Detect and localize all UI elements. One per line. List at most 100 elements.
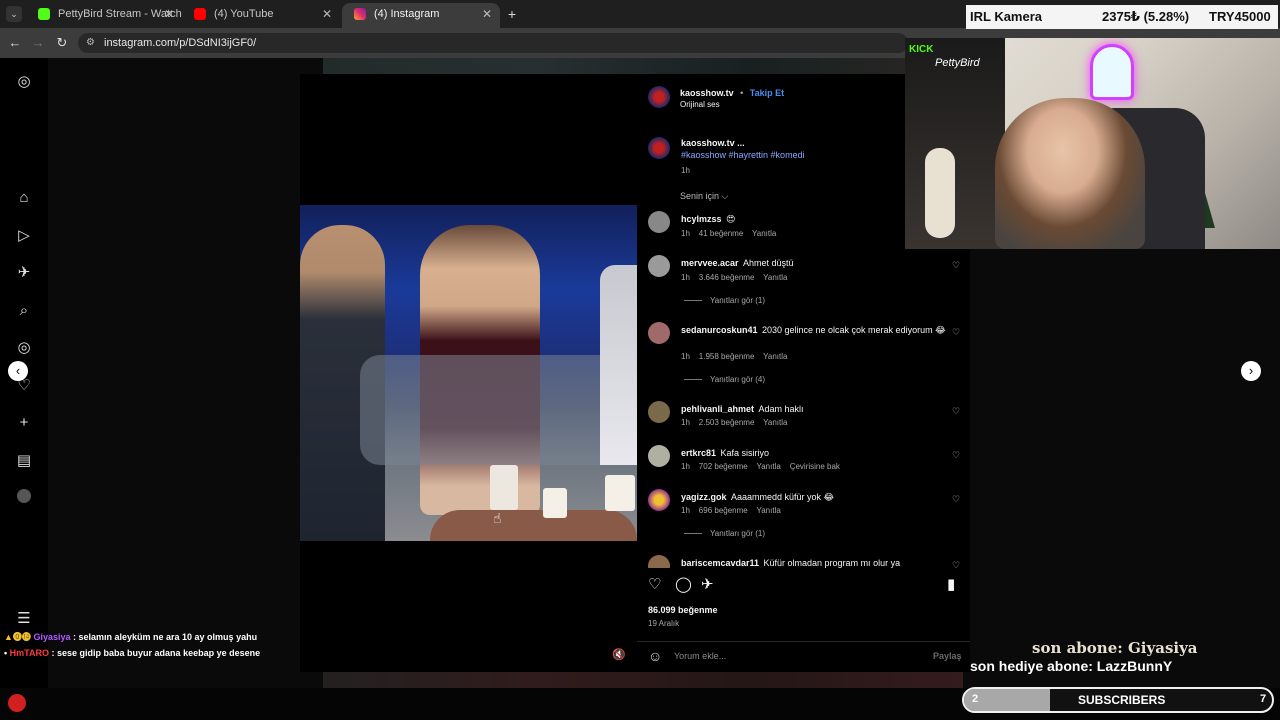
comment-text: Adam haklı (758, 404, 804, 414)
comment-likes[interactable]: 3.646 beğenme (699, 273, 755, 282)
like-comment-icon[interactable]: ♡ (952, 406, 960, 417)
search-icon[interactable]: ⌕ (14, 301, 34, 321)
comment-meta: 1h 3.646 beğenme Yanıtla (681, 273, 787, 282)
comment-time: 1h (681, 273, 690, 282)
like-comment-icon[interactable]: ♡ (952, 260, 960, 271)
caption-hashtags[interactable]: #kaosshow #hayrettin #komedi (681, 150, 805, 160)
profile-avatar[interactable] (14, 489, 34, 509)
comment-likes[interactable]: 702 beğenme (699, 462, 748, 471)
reload-icon[interactable]: ↻ (52, 33, 72, 53)
chat-text: : sese gidip baba buyur adana keebap ye … (51, 648, 261, 658)
tab-youtube[interactable]: (4) YouTube ✕ (182, 3, 340, 28)
comment-username[interactable]: bariscemcavdar11 (681, 558, 759, 568)
caption-time: 1h (681, 166, 690, 175)
comment-username[interactable]: sedanurcoskun41 (681, 325, 758, 335)
like-comment-icon[interactable]: ♡ (952, 327, 960, 338)
ticker-goal: TRY45000 (1209, 9, 1271, 24)
reply-button[interactable]: Yanıtla (763, 273, 787, 282)
comment-likes[interactable]: 696 beğenme (699, 506, 748, 515)
comment-text: 2030 gelince ne olcak çok merak ediyorum… (761, 325, 946, 335)
comment-time: 1h (681, 352, 690, 361)
reel-video[interactable] (300, 205, 637, 541)
create-icon[interactable]: + (14, 413, 34, 433)
comment-avatar[interactable] (648, 322, 670, 344)
caption-author[interactable]: kaosshow.tv ... (681, 138, 745, 148)
reply-button[interactable]: Yanıtla (763, 352, 787, 361)
comment-username[interactable]: hcylmzss (681, 214, 722, 224)
tab-kick[interactable]: PettyBird Stream - Watch Live o ✕ (26, 3, 182, 28)
follow-button[interactable]: Takip Et (750, 88, 784, 98)
view-replies-button[interactable]: Yanıtları gör (1) (684, 296, 765, 305)
reply-button[interactable]: Yanıtla (756, 506, 780, 515)
address-bar[interactable]: ⚙ instagram.com/p/DSdNI3ijGF0/ (78, 33, 908, 53)
tab-instagram[interactable]: (4) Instagram ✕ (342, 3, 500, 28)
instagram-logo-icon[interactable]: ◎ (14, 72, 34, 92)
comment-username[interactable]: mervvee.acar (681, 258, 739, 268)
comment-meta: 1h 702 beğenme Yanıtla Çevirisine bak (681, 462, 840, 471)
comment-avatar[interactable] (648, 555, 670, 568)
post-likes-count[interactable]: 86.099 beğenme (648, 605, 718, 615)
previous-post-arrow-icon[interactable]: ‹ (8, 361, 28, 381)
mute-icon[interactable]: 🔇 (610, 646, 628, 664)
comment-likes[interactable]: 41 beğenme (699, 229, 743, 238)
next-post-arrow-icon[interactable]: › (1241, 361, 1261, 381)
like-comment-icon[interactable]: ♡ (952, 450, 960, 461)
comment-username[interactable]: pehlivanli_ahmet (681, 404, 754, 414)
view-replies-button[interactable]: Yanıtları gör (1) (684, 529, 765, 538)
comment-username[interactable]: yagizz.gok (681, 492, 727, 502)
post-comment-button[interactable]: Paylaş (933, 651, 962, 661)
background-feed-top (323, 58, 963, 74)
comment-icon[interactable]: ◯ (675, 575, 692, 593)
translate-button[interactable]: Çevirisine bak (790, 462, 840, 471)
reply-button[interactable]: Yanıtla (756, 462, 780, 471)
forward-arrow-icon[interactable]: → (28, 33, 48, 53)
reels-icon[interactable]: ▷ (14, 226, 34, 246)
reply-button[interactable]: Yanıtla (763, 418, 787, 427)
comment-avatar[interactable] (648, 401, 670, 423)
comment-time: 1h (681, 229, 690, 238)
comment-likes[interactable]: 1.958 beğenme (699, 352, 755, 361)
ticker-label: IRL Kamera (970, 9, 1043, 24)
streamer-name: PettyBird (935, 57, 980, 69)
back-arrow-icon[interactable]: ← (5, 33, 25, 53)
sort-dropdown[interactable]: Senin için ⌵ (680, 191, 728, 202)
author-username[interactable]: kaosshow.tv (680, 88, 734, 98)
cam-wall-dark (905, 38, 1005, 249)
like-comment-icon[interactable]: ♡ (952, 494, 960, 505)
reply-button[interactable]: Yanıtla (752, 229, 776, 238)
comment-username[interactable]: ertkrc81 (681, 448, 716, 458)
comment-row: yagizz.gok Aaaammedd küfür yok 😂 (681, 490, 946, 503)
comment-avatar[interactable] (648, 489, 670, 511)
like-comment-icon[interactable]: ♡ (952, 560, 960, 568)
cam-logo: KICK PettyBird (909, 42, 980, 69)
new-tab-icon[interactable]: + (504, 4, 520, 24)
site-info-icon[interactable]: ⚙ (86, 33, 95, 53)
dashboard-icon[interactable]: ▤ (14, 451, 34, 471)
view-replies-button[interactable]: Yanıtları gör (4) (684, 375, 765, 384)
comment-row: bariscemcavdar11 Küfür olmadan program m… (681, 556, 900, 568)
video-mug (543, 488, 567, 518)
author-avatar[interactable] (648, 86, 670, 108)
close-tab-icon[interactable]: ✕ (322, 3, 332, 25)
explore-icon[interactable]: ◎ (14, 338, 34, 358)
caption-avatar[interactable] (648, 137, 670, 159)
comment-input[interactable]: Yorum ekle... (674, 651, 726, 661)
comment-avatar[interactable] (648, 211, 670, 233)
comment-likes[interactable]: 2.503 beğenme (699, 418, 755, 427)
share-icon[interactable]: ✈ (701, 575, 714, 593)
more-menu-icon[interactable]: ☰ (14, 609, 34, 629)
bookmark-icon[interactable]: ▮ (947, 575, 955, 593)
chat-badge-icon: • (4, 648, 8, 658)
comment-avatar[interactable] (648, 445, 670, 467)
emoji-icon[interactable]: ☺ (648, 648, 662, 664)
comment-time: 1h (681, 418, 690, 427)
comment-avatar[interactable] (648, 255, 670, 277)
home-icon[interactable]: ⌂ (14, 188, 34, 208)
messages-icon[interactable]: ✈ (14, 263, 34, 283)
kick-logo-icon (8, 694, 26, 712)
tab-search-icon[interactable]: ⌄ (6, 6, 22, 22)
audio-label[interactable]: Orijinal ses (680, 100, 720, 109)
close-tab-icon[interactable]: ✕ (482, 3, 492, 25)
close-tab-icon[interactable]: ✕ (164, 3, 174, 25)
like-post-icon[interactable]: ♡ (648, 575, 661, 593)
